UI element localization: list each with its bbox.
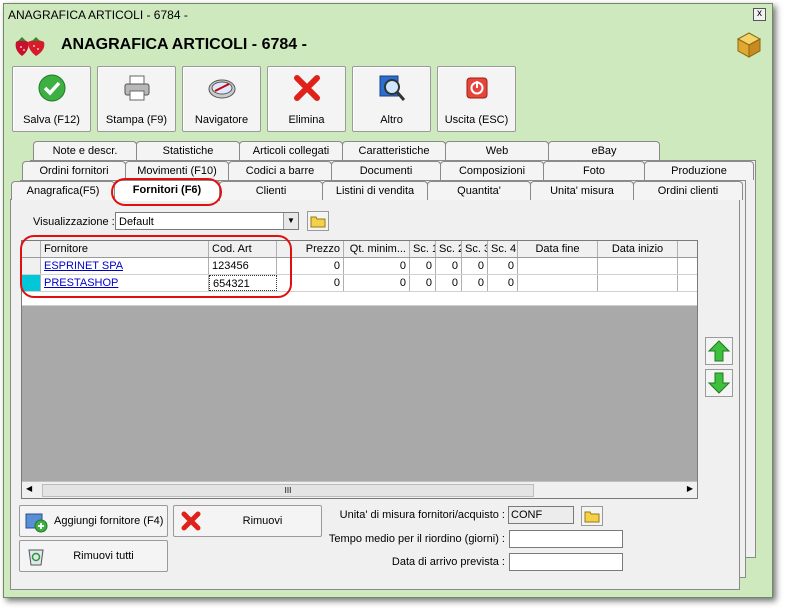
view-select-value: Default bbox=[119, 216, 154, 228]
column-header-start-date[interactable]: Data inizio bbox=[598, 241, 678, 257]
tab-customer-orders[interactable]: Ordini clienti bbox=[633, 181, 743, 200]
chevron-down-icon[interactable]: ▼ bbox=[283, 213, 298, 229]
tab-price-lists[interactable]: Listini di vendita bbox=[322, 181, 428, 200]
arrow-up-icon bbox=[707, 340, 731, 362]
title-bar: ANAGRAFICA ARTICOLI - 6784 - x bbox=[4, 4, 772, 24]
page-title: ANAGRAFICA ARTICOLI - 6784 - bbox=[61, 36, 307, 53]
disc2-cell[interactable]: 0 bbox=[436, 275, 462, 291]
exit-icon bbox=[466, 77, 488, 99]
unit-label: Unita' di misura fornitori/acquisto : bbox=[339, 509, 505, 521]
tab-characteristics[interactable]: Caratteristiche bbox=[342, 141, 446, 160]
navigator-button[interactable]: Navigatore bbox=[182, 66, 261, 132]
folder-icon bbox=[310, 216, 326, 228]
column-header-end-date[interactable]: Data fine bbox=[518, 241, 598, 257]
column-header-disc2[interactable]: Sc. 2 bbox=[436, 241, 462, 257]
tab-quantity[interactable]: Quantita' bbox=[427, 181, 531, 200]
tab-ebay[interactable]: eBay bbox=[548, 141, 660, 160]
column-header-disc4[interactable]: Sc. 4 bbox=[488, 241, 518, 257]
column-header-min-qty[interactable]: Qt. minim... bbox=[344, 241, 410, 257]
add-supplier-button[interactable]: Aggiungi fornitore (F4) bbox=[19, 505, 168, 537]
print-button[interactable]: Stampa (F9) bbox=[97, 66, 176, 132]
scroll-left-icon[interactable]: ◀ bbox=[26, 484, 32, 493]
save-label: Salva (F12) bbox=[23, 114, 80, 126]
tab-supplier-orders[interactable]: Ordini fornitori bbox=[22, 161, 126, 180]
disc1-cell[interactable]: 0 bbox=[410, 275, 436, 291]
unit-field[interactable]: CONF bbox=[508, 506, 574, 524]
delete-x-icon bbox=[294, 75, 320, 101]
window-title: ANAGRAFICA ARTICOLI - 6784 - bbox=[8, 8, 188, 22]
column-header-disc3[interactable]: Sc. 3 bbox=[462, 241, 488, 257]
view-label: Visualizzazione : bbox=[33, 216, 115, 228]
tab-master-data[interactable]: Anagrafica(F5) bbox=[11, 181, 115, 200]
magnifier-icon bbox=[379, 75, 406, 101]
disc3-cell[interactable]: 0 bbox=[462, 258, 488, 274]
unit-folder-button[interactable] bbox=[581, 506, 603, 526]
tab-web[interactable]: Web bbox=[445, 141, 549, 160]
tab-documents[interactable]: Documenti bbox=[331, 161, 441, 180]
compass-icon bbox=[208, 79, 236, 99]
tab-notes[interactable]: Note e descr. bbox=[33, 141, 137, 160]
arrival-date-field[interactable] bbox=[509, 553, 623, 571]
start-date-cell[interactable] bbox=[598, 258, 678, 274]
tab-photos[interactable]: Foto bbox=[543, 161, 645, 180]
min-qty-cell[interactable]: 0 bbox=[344, 258, 410, 274]
folder-icon bbox=[584, 511, 600, 523]
tab-production[interactable]: Produzione bbox=[644, 161, 754, 180]
remove-all-label: Rimuovi tutti bbox=[73, 550, 134, 562]
tab-barcodes[interactable]: Codici a barre bbox=[228, 161, 332, 180]
move-down-button[interactable] bbox=[705, 369, 733, 397]
remove-label: Rimuovi bbox=[242, 515, 283, 527]
highlight-ring-tab bbox=[111, 178, 222, 206]
checkmark-icon bbox=[38, 74, 66, 102]
package-box-icon[interactable] bbox=[734, 30, 764, 60]
tab-statistics[interactable]: Statistiche bbox=[136, 141, 240, 160]
scroll-right-icon[interactable]: ▶ bbox=[687, 484, 693, 493]
scroll-thumb[interactable]: III bbox=[42, 484, 534, 497]
close-button[interactable]: x bbox=[753, 8, 766, 21]
disc1-cell[interactable]: 0 bbox=[410, 258, 436, 274]
min-qty-cell[interactable]: 0 bbox=[344, 275, 410, 291]
tab-compositions[interactable]: Composizioni bbox=[440, 161, 544, 180]
delete-button[interactable]: Elimina bbox=[267, 66, 346, 132]
disc2-cell[interactable]: 0 bbox=[436, 258, 462, 274]
lead-time-label: Tempo medio per il riordino (giorni) : bbox=[328, 533, 505, 545]
strawberry-logo-icon bbox=[15, 37, 45, 56]
end-date-cell[interactable] bbox=[518, 258, 598, 274]
tab-units[interactable]: Unita' misura bbox=[530, 181, 634, 200]
print-label: Stampa (F9) bbox=[105, 114, 168, 126]
more-label: Altro bbox=[380, 114, 403, 126]
move-up-button[interactable] bbox=[705, 337, 733, 365]
add-supplier-label: Aggiungi fornitore (F4) bbox=[54, 515, 164, 527]
more-button[interactable]: Altro bbox=[352, 66, 431, 132]
view-select[interactable]: Default ▼ bbox=[115, 212, 299, 230]
disc4-cell[interactable]: 0 bbox=[488, 275, 518, 291]
disc4-cell[interactable]: 0 bbox=[488, 258, 518, 274]
remove-all-button[interactable]: Rimuovi tutti bbox=[19, 540, 168, 572]
column-header-disc1[interactable]: Sc. 1 bbox=[410, 241, 436, 257]
start-date-cell[interactable] bbox=[598, 275, 678, 291]
horizontal-scrollbar[interactable]: ◀ III ▶ bbox=[22, 481, 697, 498]
arrival-date-label: Data di arrivo prevista : bbox=[391, 556, 505, 568]
tab-customers[interactable]: Clienti bbox=[219, 181, 323, 200]
exit-button[interactable]: Uscita (ESC) bbox=[437, 66, 516, 132]
disc3-cell[interactable]: 0 bbox=[462, 275, 488, 291]
printer-icon bbox=[124, 75, 150, 101]
add-supplier-icon bbox=[25, 513, 48, 533]
lead-time-field[interactable] bbox=[509, 530, 623, 548]
save-button[interactable]: Salva (F12) bbox=[12, 66, 91, 132]
highlight-ring-grid bbox=[20, 235, 292, 298]
navigator-label: Navigatore bbox=[194, 114, 249, 126]
page-header: ANAGRAFICA ARTICOLI - 6784 - bbox=[4, 24, 772, 64]
delete-label: Elimina bbox=[288, 114, 325, 126]
view-folder-button[interactable] bbox=[307, 211, 329, 231]
end-date-cell[interactable] bbox=[518, 275, 598, 291]
tab-linked-items[interactable]: Articoli collegati bbox=[239, 141, 343, 160]
exit-label: Uscita (ESC) bbox=[444, 114, 509, 126]
arrow-down-icon bbox=[707, 372, 731, 394]
